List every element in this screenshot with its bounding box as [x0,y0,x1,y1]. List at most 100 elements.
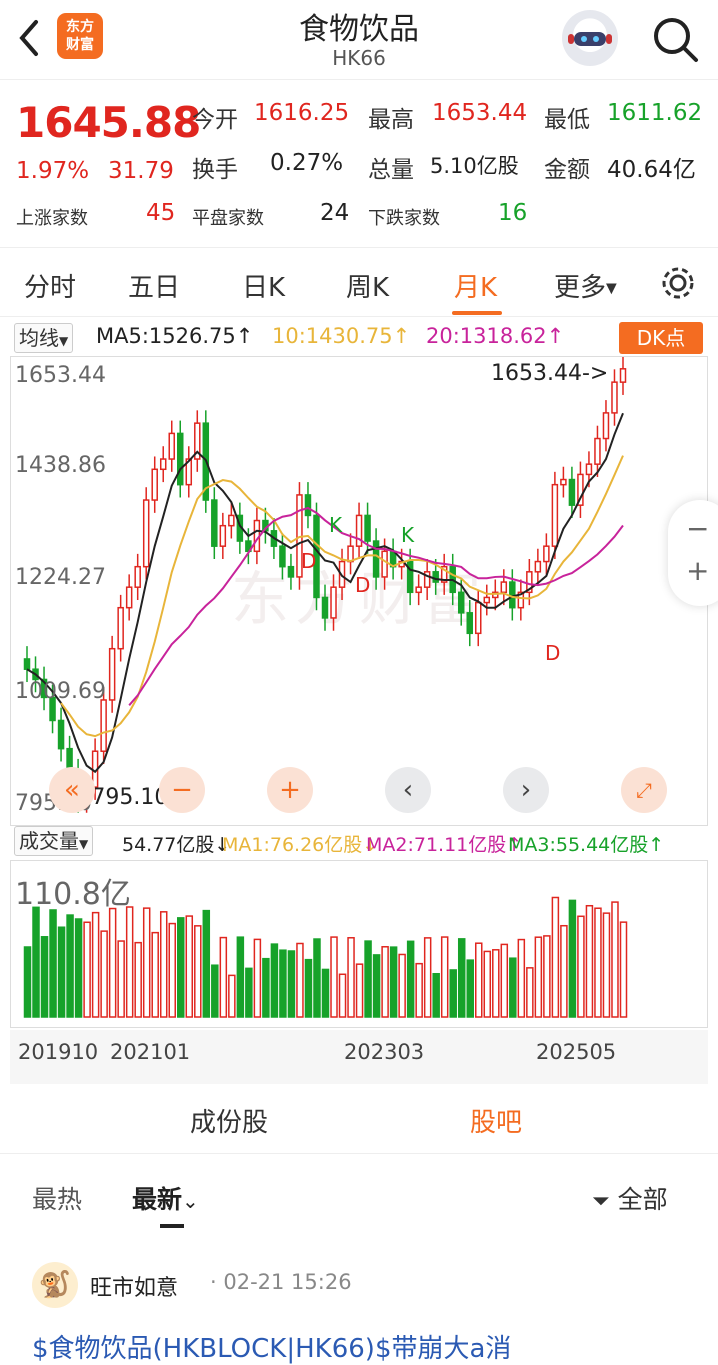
volume-bar [49,909,57,1018]
volume-bar [279,949,287,1018]
up-count-label: 上涨家数 [16,208,88,229]
y-tick-max: 1653.44 [15,363,106,388]
volume-ma3: MA3:55.44亿股↑ [508,834,665,856]
filter-latest[interactable]: 最新⌄ [132,1180,199,1216]
zoom-side-control[interactable]: − + [668,500,718,606]
side-minus-icon[interactable]: − [686,512,709,545]
signal-d-3: D [545,641,561,665]
candle-body [159,458,167,471]
volume-value: 5.10亿股 [430,154,519,178]
volume-bar [100,930,108,1018]
volume-bar [347,937,355,1018]
tab-more[interactable]: 更多▼ [554,267,617,304]
zoom-out-button[interactable]: − [159,767,205,813]
assistant-robot-icon[interactable] [562,10,618,66]
volume-bar [185,915,194,1018]
volume-bar [594,907,602,1018]
volume-ma2: MA2:71.11亿股↑ [366,834,523,856]
period-tabs: 分时 五日 日K 周K 月K 更多▼ [0,249,718,317]
search-icon[interactable] [650,14,700,64]
volume-bar [449,969,457,1018]
tab-weekly-k[interactable]: 周K [346,267,389,304]
volume-selector[interactable]: 成交量▼ [14,826,94,856]
candle-body [321,596,329,619]
volume-bar [23,946,32,1018]
ma10-value: 10:1430.75↑ [272,324,411,348]
time-axis: 201910 202101 202303 202505 [10,1030,708,1084]
tab-intraday[interactable]: 分时 [24,267,76,304]
rewind-button[interactable]: « [49,767,95,813]
candle-body [279,545,286,568]
volume-bar [475,942,483,1018]
volume-axis-max: 110.8亿 [15,877,131,912]
down-count-label: 下跌家数 [368,208,440,229]
tab-more-label: 更多 [554,273,607,303]
volume-indicator-bar: 成交量▼ 54.77亿股↓ MA1:76.26亿股↓ MA2:71.11亿股↑ … [0,826,718,858]
volume-bar [159,911,168,1018]
candle-body [142,499,150,568]
x-tick-3: 202303 [344,1040,425,1064]
app-header: 东方 财富 食物饮品 HK66 [0,0,718,80]
candle-body [330,586,337,619]
high-value: 1653.44 [432,100,528,126]
tab-constituents[interactable]: 成份股 [190,1102,268,1139]
volume-bar [526,967,534,1018]
volume-bar [551,896,560,1018]
candle-body [585,463,593,476]
volume-bar [177,917,185,1018]
volume-current: 54.77亿股↓ [122,834,231,856]
candle-body [177,432,184,486]
volume-bar [194,925,202,1018]
volume-bar [517,938,526,1018]
volume-label: 总量 [368,157,414,183]
forum-post[interactable]: 🐒 旺市如意 · 02-21 15:26 $食物饮品(HKBLOCK|HK66)… [0,1250,718,1364]
author-avatar[interactable]: 🐒 [32,1262,78,1308]
candle-body [211,499,218,547]
caret-down-icon: ▼ [79,837,89,851]
volume-bar [406,940,415,1018]
volume-bar [168,922,176,1018]
tab-five-day[interactable]: 五日 [128,267,180,304]
scroll-right-button[interactable]: › [503,767,549,813]
candle-body [475,601,482,635]
filter-hot[interactable]: 最热 [32,1180,82,1216]
zoom-in-button[interactable]: + [267,767,313,813]
volume-bar [457,938,466,1018]
candle-body [619,368,627,383]
volume-bar [74,918,83,1018]
y-tick-3: 1224.27 [15,565,106,590]
flat-count: 24 [320,200,350,226]
dk-point-button[interactable]: DK点 [619,322,703,354]
candle-body [432,571,439,583]
settings-gear-icon[interactable] [658,263,698,303]
kline-chart[interactable]: 东方财富 1653.44 1438.86 1224.27 1009.69 795… [10,356,708,826]
ma-selector-label: 均线 [19,326,59,350]
post-text[interactable]: $食物饮品(HKBLOCK|HK66)$带崩大a消 [32,1328,511,1365]
volume-bar [432,972,440,1018]
volume-bar [602,912,611,1018]
volume-bar [619,921,628,1018]
candle-body [108,647,116,701]
change-value: 31.79 [108,158,174,184]
candle-body [466,612,473,635]
tab-daily-k[interactable]: 日K [242,267,285,304]
side-plus-icon[interactable]: + [686,554,709,587]
bottom-tabs: 成份股 股吧 [0,1086,718,1154]
post-author[interactable]: 旺市如意 [90,1270,178,1302]
fullscreen-button[interactable]: ⤢ [621,767,667,813]
filter-underline [160,1224,184,1228]
volume-bar [389,946,398,1018]
last-price: 1645.88 [16,98,201,147]
volume-bar [330,936,338,1018]
signal-d-1: D [301,549,317,573]
filter-all[interactable]: ⏷ 全部 [592,1180,668,1216]
volume-bar [492,949,500,1018]
scroll-left-button[interactable]: ‹ [385,767,431,813]
tab-forum[interactable]: 股吧 [470,1102,522,1139]
volume-chart[interactable]: 110.8亿 [10,860,708,1028]
candle-body [219,524,227,547]
ma-selector[interactable]: 均线▼ [14,323,74,353]
volume-bar [32,906,40,1018]
volume-bar [585,904,594,1018]
tab-monthly-k[interactable]: 月K [454,267,497,304]
